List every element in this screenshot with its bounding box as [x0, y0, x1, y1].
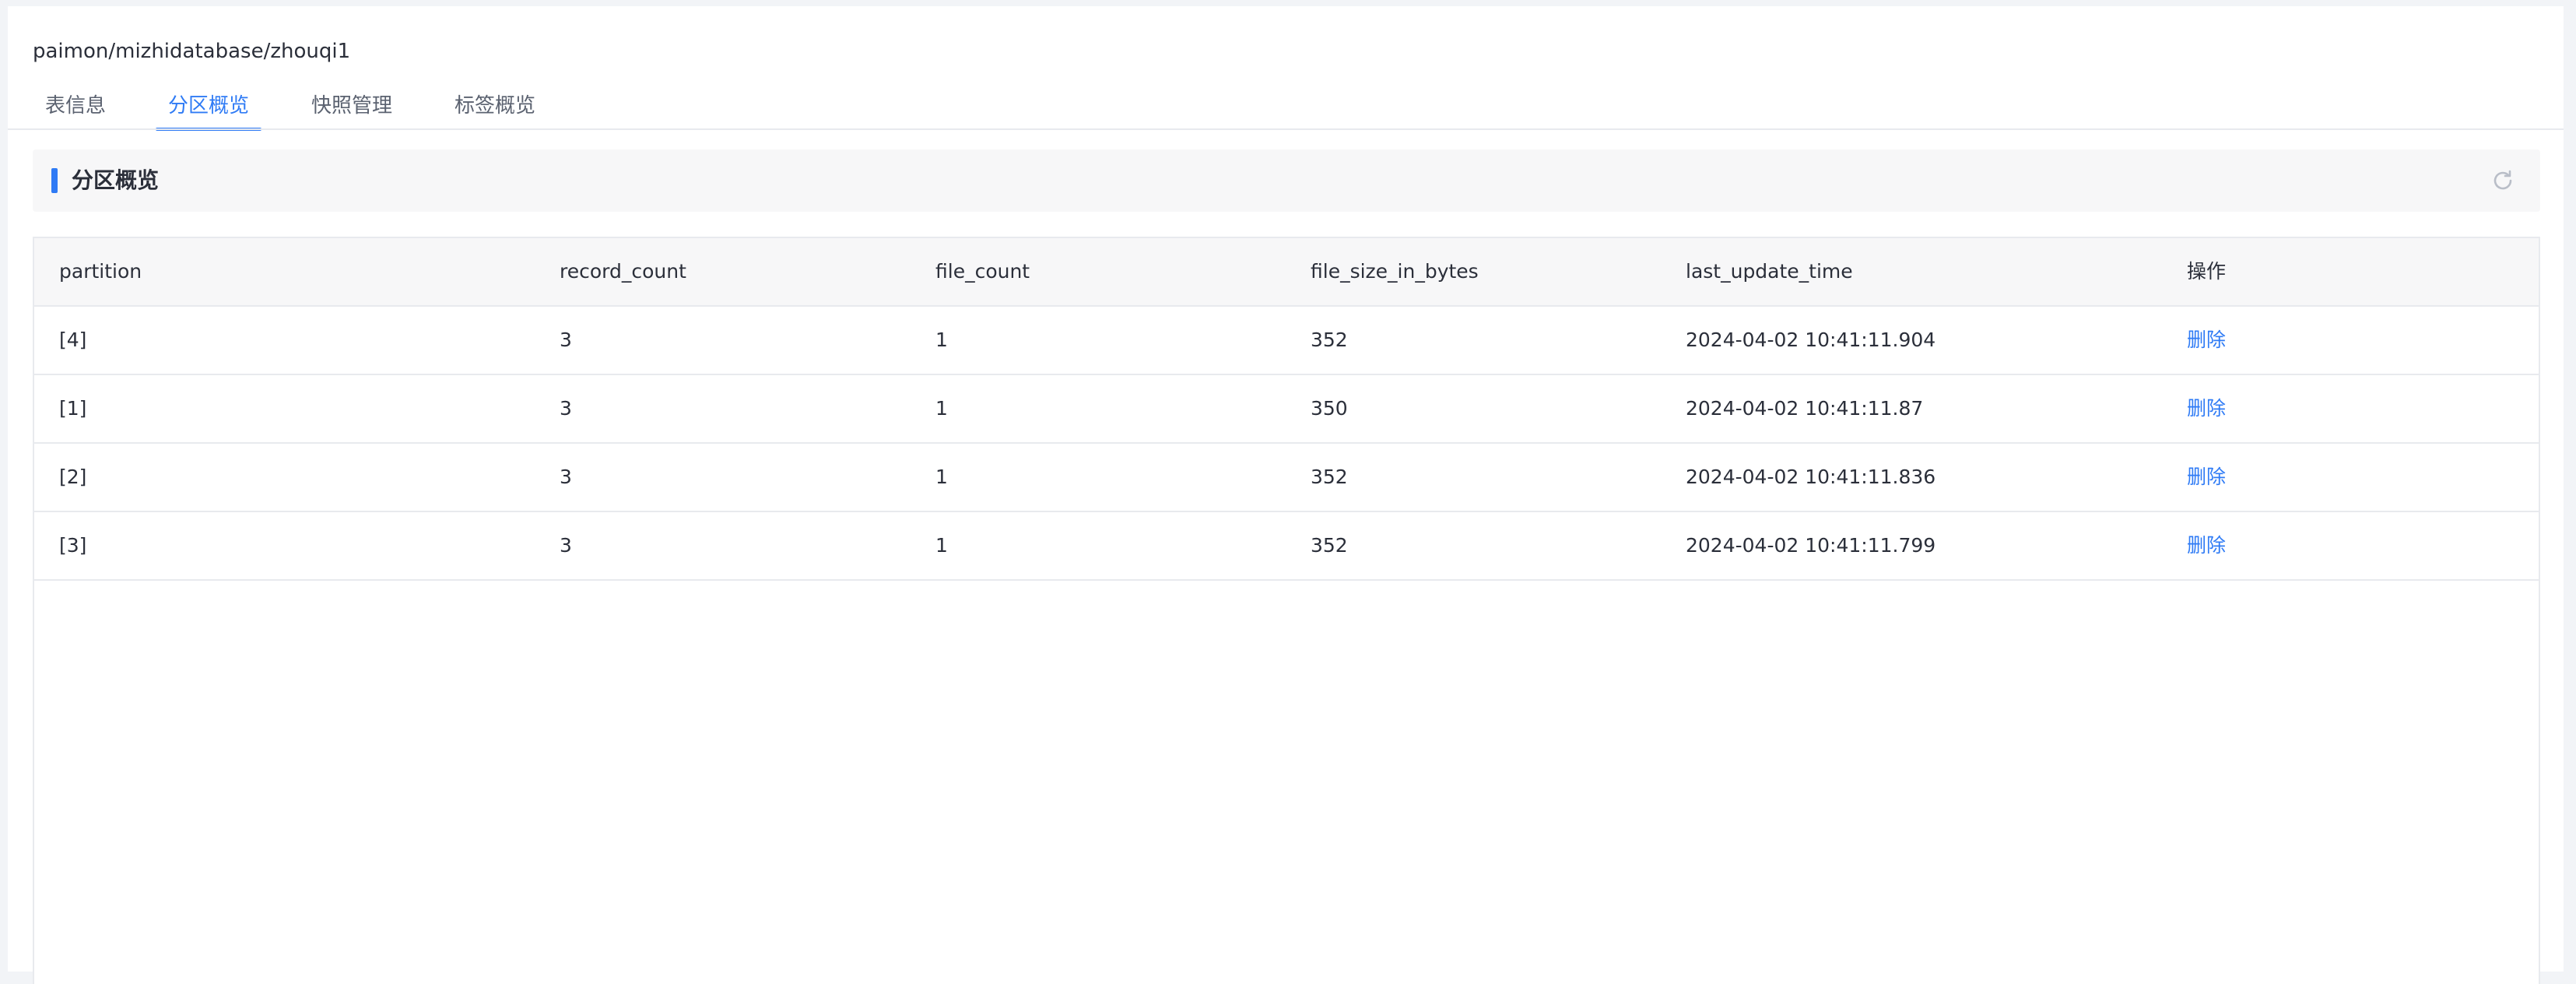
tab-table-info[interactable]: 表信息	[33, 84, 118, 131]
column-header[interactable]: file_count	[935, 238, 1030, 305]
partition-cell: [3]	[59, 534, 87, 557]
table-row: [1] 3 1 350 2024-04-02 10:41:11.87 删除	[34, 375, 2539, 444]
record-count-cell: 3	[560, 466, 572, 488]
partition-cell: [2]	[59, 466, 87, 488]
column-header[interactable]: partition	[59, 238, 142, 305]
main-panel: paimon/mizhidatabase/zhouqi1 表信息 分区概览 快照…	[8, 6, 2564, 984]
file-size-cell: 350	[1311, 397, 1348, 420]
tab-snapshot-management[interactable]: 快照管理	[299, 84, 405, 131]
table-path: paimon/mizhidatabase/zhouqi1	[33, 40, 351, 63]
table-row: [2] 3 1 352 2024-04-02 10:41:11.836 删除	[34, 444, 2539, 512]
table-row: [3] 3 1 352 2024-04-02 10:41:11.799 删除	[34, 512, 2539, 581]
section-header: 分区概览	[33, 149, 2540, 212]
column-header[interactable]: record_count	[560, 238, 686, 305]
file-count-cell: 1	[935, 534, 948, 557]
column-header: 操作	[2187, 260, 2227, 283]
tab-partition-overview[interactable]: 分区概览	[156, 84, 262, 131]
delete-button[interactable]: 删除	[2187, 512, 2226, 579]
tab-bar: 表信息 分区概览 快照管理 标签概览	[33, 84, 585, 131]
table-header-row: partition record_count file_count file_s…	[34, 238, 2539, 307]
last-update-time-cell: 2024-04-02 10:41:11.87	[1686, 397, 1924, 420]
file-size-cell: 352	[1311, 329, 1348, 351]
file-count-cell: 1	[935, 397, 948, 420]
delete-button[interactable]: 删除	[2187, 375, 2226, 442]
delete-button[interactable]: 删除	[2187, 307, 2226, 374]
last-update-time-cell: 2024-04-02 10:41:11.904	[1686, 329, 1936, 351]
column-header[interactable]: file_size_in_bytes	[1311, 238, 1479, 305]
record-count-cell: 3	[560, 329, 572, 351]
partition-cell: [4]	[59, 329, 87, 351]
record-count-cell: 3	[560, 397, 572, 420]
partition-cell: [1]	[59, 397, 87, 420]
file-count-cell: 1	[935, 329, 948, 351]
record-count-cell: 3	[560, 534, 572, 557]
column-header[interactable]: last_update_time	[1686, 238, 1853, 305]
file-size-cell: 352	[1311, 534, 1348, 557]
section-accent-bar	[51, 168, 58, 193]
tab-tag-overview[interactable]: 标签概览	[442, 84, 548, 131]
table-row: [4] 3 1 352 2024-04-02 10:41:11.904 删除	[34, 307, 2539, 375]
last-update-time-cell: 2024-04-02 10:41:11.799	[1686, 534, 1936, 557]
delete-button[interactable]: 删除	[2187, 444, 2226, 511]
partition-table: partition record_count file_count file_s…	[33, 237, 2540, 984]
section-title: 分区概览	[72, 167, 160, 193]
file-count-cell: 1	[935, 466, 948, 488]
refresh-icon[interactable]	[2489, 167, 2517, 195]
tabs-divider	[8, 128, 2564, 130]
file-size-cell: 352	[1311, 466, 1348, 488]
last-update-time-cell: 2024-04-02 10:41:11.836	[1686, 466, 1936, 488]
